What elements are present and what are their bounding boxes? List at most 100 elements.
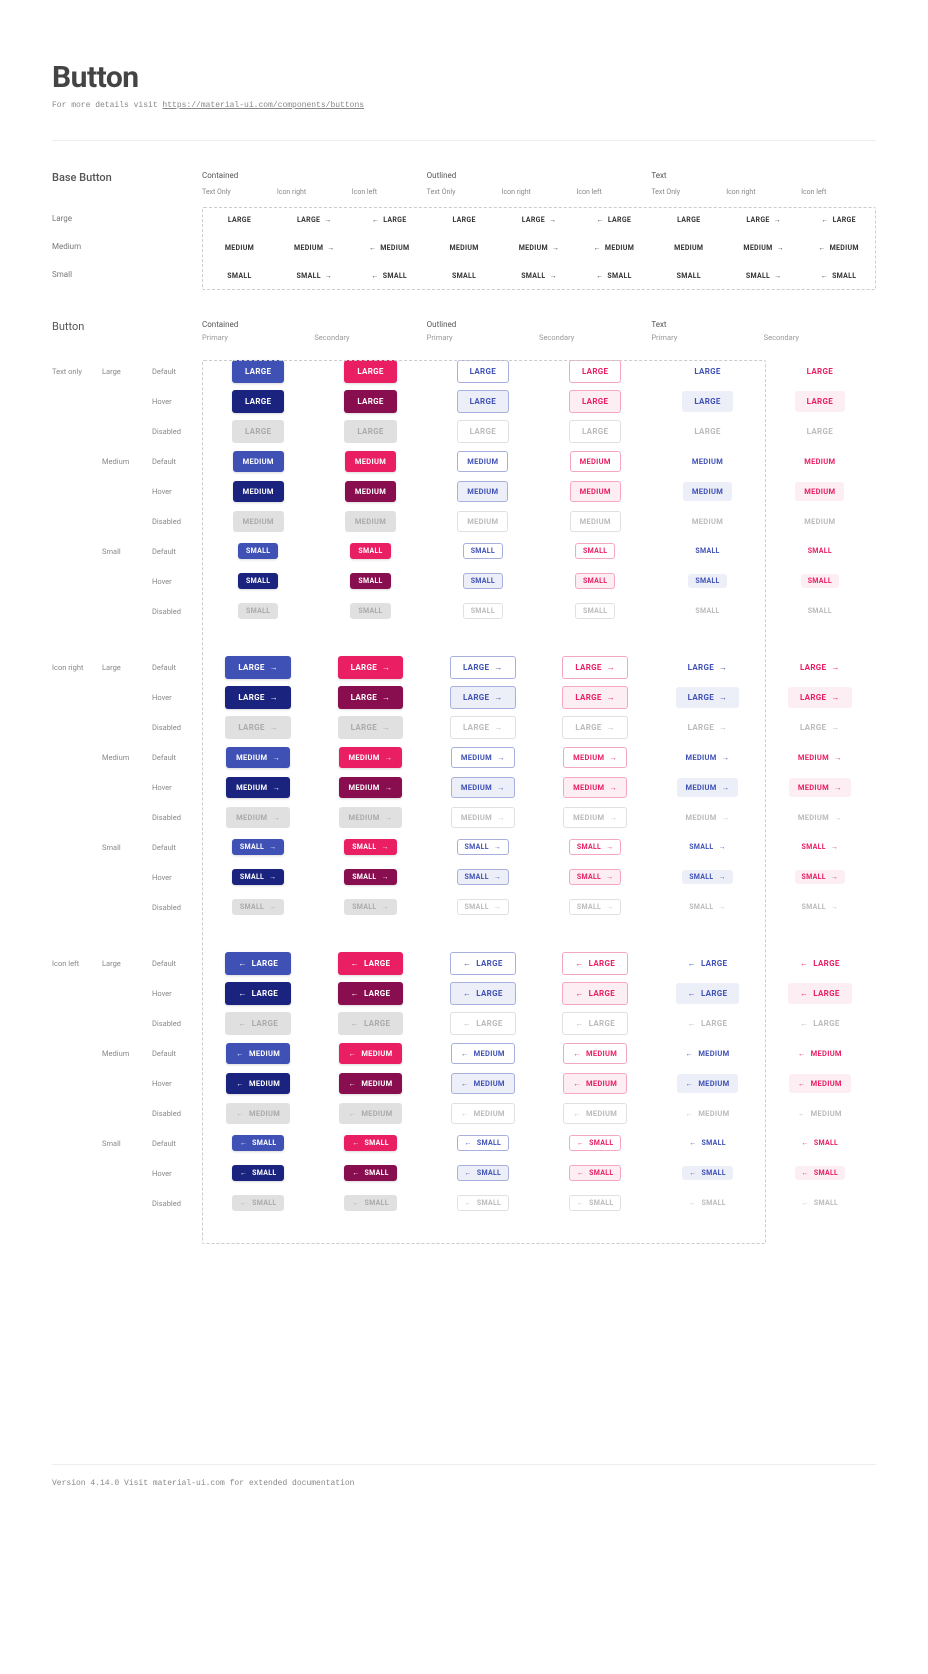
button-tx-sc[interactable]: MEDIUM — [795, 482, 844, 501]
button-ol-sc[interactable]: MEDIUM — [563, 1043, 627, 1064]
button-ct-sc[interactable]: SMALL — [344, 1165, 397, 1181]
base-button[interactable]: MEDIUM — [594, 244, 635, 252]
button-ct-pr[interactable]: MEDIUM — [226, 1043, 290, 1064]
button-tx-sc[interactable]: LARGE — [788, 657, 852, 678]
button-ct-sc[interactable]: LARGE — [344, 360, 396, 383]
button-ol-pr[interactable]: SMALL — [457, 839, 510, 855]
button-ct-pr[interactable]: LARGE — [225, 686, 291, 709]
button-ct-sc[interactable]: SMALL — [350, 543, 390, 559]
base-button[interactable]: SMALL — [227, 272, 251, 280]
button-tx-pr[interactable]: MEDIUM — [677, 1074, 739, 1093]
button-ol-pr[interactable]: SMALL — [457, 869, 510, 885]
button-ct-sc[interactable]: LARGE — [338, 952, 404, 975]
button-tx-pr[interactable]: LARGE — [682, 391, 732, 412]
base-button[interactable]: LARGE — [746, 216, 781, 224]
button-tx-pr[interactable]: SMALL — [682, 840, 733, 854]
button-tx-sc[interactable]: SMALL — [801, 544, 839, 558]
button-ol-pr[interactable]: SMALL — [463, 543, 503, 559]
button-ol-pr[interactable]: LARGE — [450, 982, 516, 1005]
button-ct-sc[interactable]: LARGE — [338, 982, 404, 1005]
button-ct-pr[interactable]: MEDIUM — [226, 777, 290, 798]
button-tx-pr[interactable]: MEDIUM — [677, 1044, 739, 1063]
button-tx-sc[interactable]: LARGE — [795, 361, 845, 382]
base-button[interactable]: MEDIUM — [369, 244, 410, 252]
button-tx-sc[interactable]: SMALL — [795, 840, 846, 854]
button-ol-sc[interactable]: LARGE — [562, 656, 628, 679]
button-tx-sc[interactable]: MEDIUM — [789, 778, 851, 797]
button-ct-pr[interactable]: SMALL — [238, 573, 278, 589]
button-ct-sc[interactable]: LARGE — [338, 686, 404, 709]
base-button[interactable]: LARGE — [452, 216, 475, 224]
base-button[interactable]: LARGE — [372, 216, 407, 224]
button-tx-sc[interactable]: SMALL — [795, 870, 846, 884]
base-button[interactable]: MEDIUM — [519, 244, 560, 252]
button-tx-pr[interactable]: SMALL — [688, 544, 726, 558]
button-ct-pr[interactable]: SMALL — [232, 1135, 285, 1151]
base-button[interactable]: SMALL — [297, 272, 333, 280]
button-ct-sc[interactable]: LARGE — [338, 656, 404, 679]
button-tx-sc[interactable]: MEDIUM — [795, 452, 844, 471]
button-ol-sc[interactable]: SMALL — [569, 1135, 622, 1151]
button-ct-pr[interactable]: LARGE — [225, 656, 291, 679]
button-tx-pr[interactable]: SMALL — [682, 1136, 733, 1150]
button-tx-pr[interactable]: LARGE — [682, 361, 732, 382]
base-button[interactable]: LARGE — [597, 216, 632, 224]
button-tx-pr[interactable]: MEDIUM — [677, 778, 739, 797]
button-ct-pr[interactable]: MEDIUM — [233, 451, 284, 472]
button-ct-pr[interactable]: SMALL — [238, 543, 278, 559]
button-ol-sc[interactable]: MEDIUM — [563, 1073, 627, 1094]
button-ol-sc[interactable]: LARGE — [562, 686, 628, 709]
button-ct-pr[interactable]: LARGE — [225, 982, 291, 1005]
button-tx-pr[interactable]: SMALL — [682, 1166, 733, 1180]
button-tx-sc[interactable]: SMALL — [801, 574, 839, 588]
button-ct-sc[interactable]: SMALL — [350, 573, 390, 589]
button-ct-sc[interactable]: SMALL — [344, 869, 397, 885]
base-button[interactable]: MEDIUM — [294, 244, 335, 252]
button-tx-pr[interactable]: MEDIUM — [677, 748, 739, 767]
button-tx-pr[interactable]: LARGE — [676, 983, 740, 1004]
base-button[interactable]: LARGE — [677, 216, 700, 224]
button-tx-sc[interactable]: LARGE — [795, 391, 845, 412]
button-ct-pr[interactable]: MEDIUM — [233, 481, 284, 502]
button-ol-pr[interactable]: MEDIUM — [451, 1043, 515, 1064]
button-ol-pr[interactable]: SMALL — [463, 573, 503, 589]
button-ct-sc[interactable]: SMALL — [344, 1135, 397, 1151]
button-ct-sc[interactable]: MEDIUM — [339, 777, 403, 798]
button-tx-sc[interactable]: MEDIUM — [789, 1074, 851, 1093]
button-ct-pr[interactable]: SMALL — [232, 869, 285, 885]
base-button[interactable]: LARGE — [228, 216, 251, 224]
button-ol-sc[interactable]: SMALL — [569, 839, 622, 855]
base-button[interactable]: MEDIUM — [674, 244, 703, 252]
button-ol-pr[interactable]: SMALL — [457, 1165, 510, 1181]
button-tx-sc[interactable]: LARGE — [788, 983, 852, 1004]
button-ct-pr[interactable]: LARGE — [232, 360, 284, 383]
base-button[interactable]: SMALL — [521, 272, 557, 280]
base-button[interactable]: SMALL — [677, 272, 701, 280]
base-button[interactable]: LARGE — [522, 216, 557, 224]
button-tx-sc[interactable]: LARGE — [788, 687, 852, 708]
button-tx-sc[interactable]: SMALL — [795, 1166, 846, 1180]
button-ol-pr[interactable]: LARGE — [450, 686, 516, 709]
button-tx-sc[interactable]: LARGE — [788, 953, 852, 974]
base-button[interactable]: SMALL — [596, 272, 632, 280]
base-button[interactable]: LARGE — [297, 216, 332, 224]
button-ct-pr[interactable]: SMALL — [232, 839, 285, 855]
button-tx-sc[interactable]: MEDIUM — [789, 1044, 851, 1063]
button-tx-pr[interactable]: MEDIUM — [683, 482, 732, 501]
base-button[interactable]: MEDIUM — [449, 244, 478, 252]
button-ct-sc[interactable]: LARGE — [344, 390, 396, 413]
button-tx-sc[interactable]: MEDIUM — [789, 748, 851, 767]
base-button[interactable]: MEDIUM — [818, 244, 859, 252]
button-ct-pr[interactable]: MEDIUM — [226, 747, 290, 768]
button-tx-pr[interactable]: SMALL — [682, 870, 733, 884]
button-ct-sc[interactable]: MEDIUM — [339, 1043, 403, 1064]
button-ol-sc[interactable]: LARGE — [569, 360, 621, 383]
button-tx-pr[interactable]: LARGE — [676, 687, 740, 708]
button-ol-sc[interactable]: MEDIUM — [570, 451, 621, 472]
button-ol-sc[interactable]: LARGE — [562, 982, 628, 1005]
base-button[interactable]: SMALL — [452, 272, 476, 280]
base-button[interactable]: SMALL — [371, 272, 407, 280]
button-ol-sc[interactable]: MEDIUM — [563, 747, 627, 768]
button-ol-pr[interactable]: LARGE — [450, 656, 516, 679]
button-ol-sc[interactable]: MEDIUM — [570, 481, 621, 502]
